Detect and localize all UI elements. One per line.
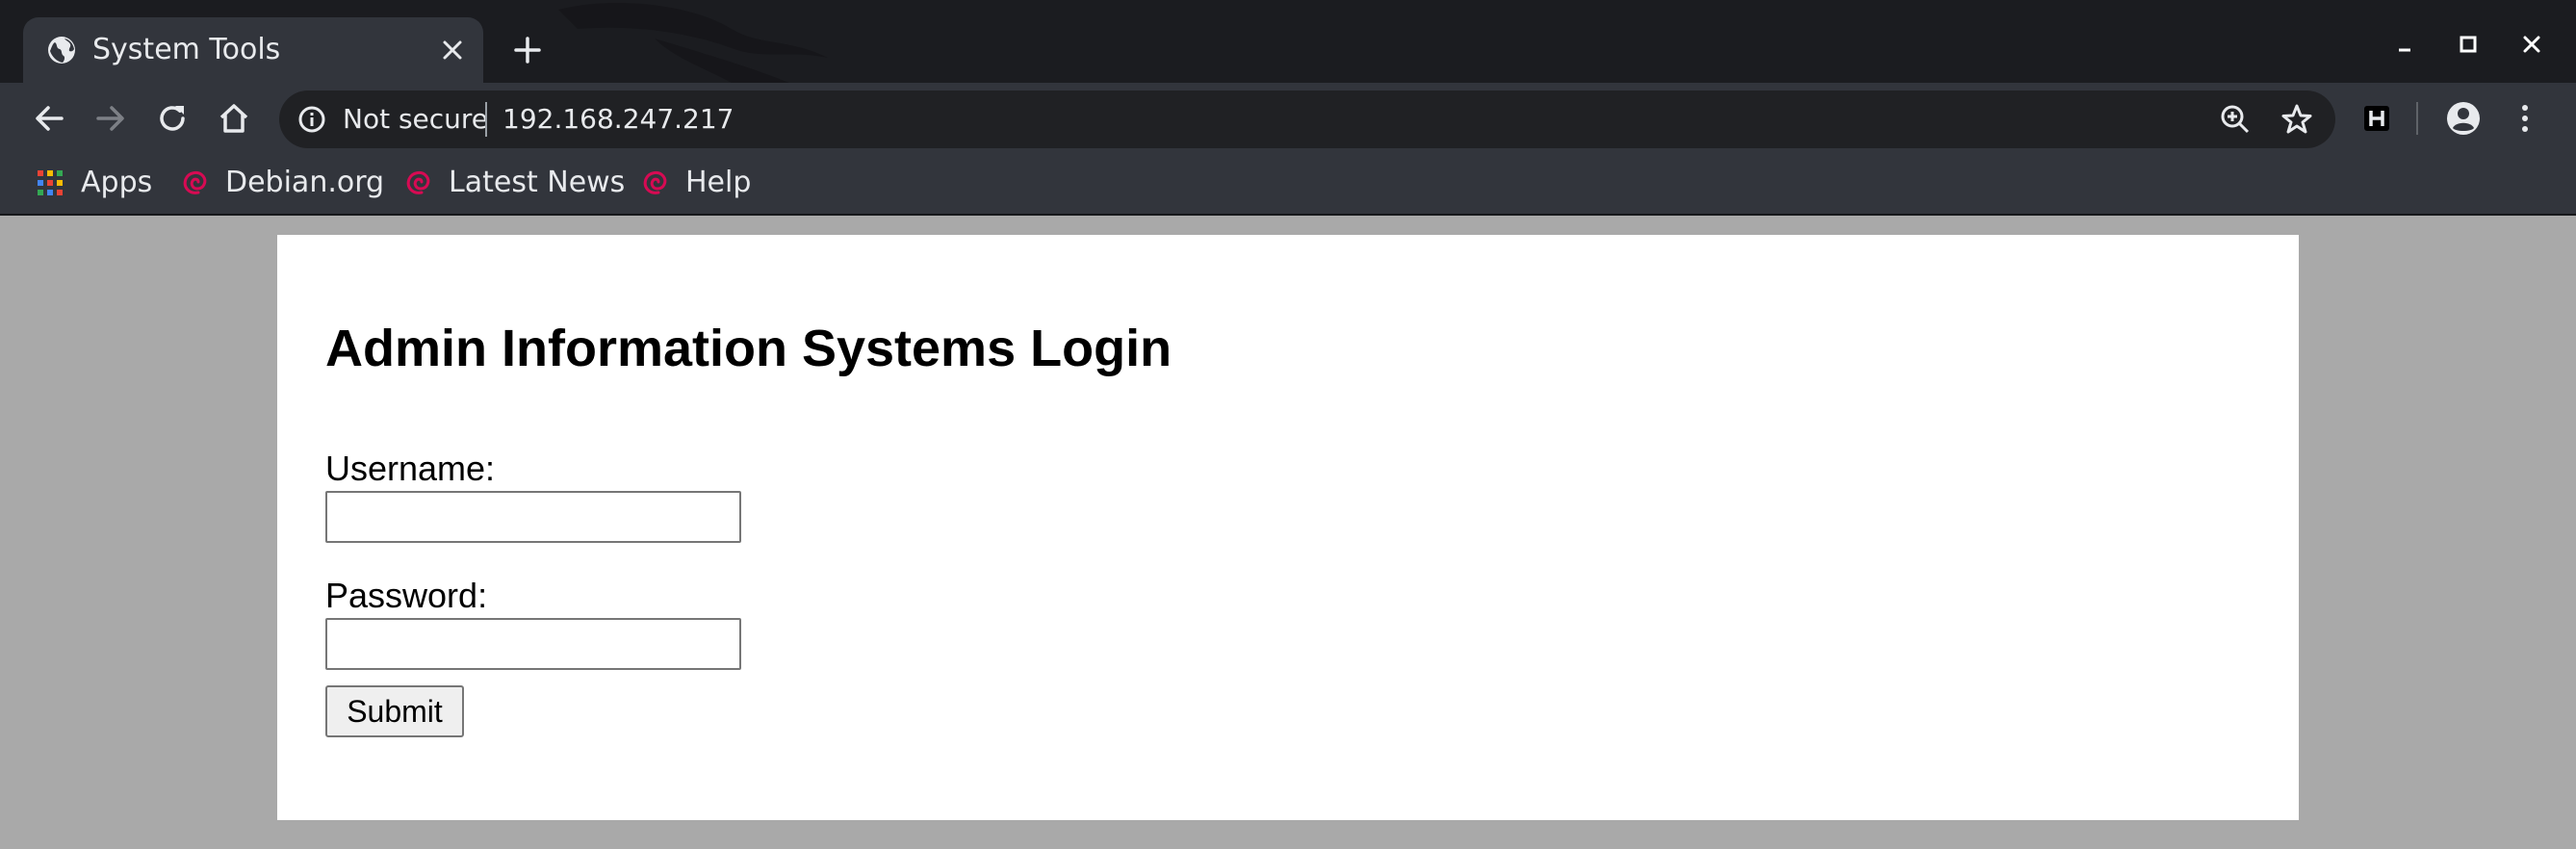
minimize-icon[interactable] — [2387, 27, 2422, 62]
info-icon[interactable] — [296, 104, 327, 135]
debian-swirl-icon — [406, 170, 430, 194]
bookmark-label: Latest News — [449, 166, 626, 199]
tab-title: System Tools — [92, 33, 281, 66]
close-window-icon[interactable] — [2514, 27, 2549, 62]
url-text[interactable]: 192.168.247.217 — [502, 98, 734, 141]
profile-icon[interactable] — [2445, 100, 2482, 137]
debian-swirl-icon — [183, 170, 207, 194]
zoom-icon[interactable] — [2218, 102, 2253, 137]
forward-arrow-icon[interactable] — [92, 100, 129, 137]
dragon-logo-icon — [558, 2, 828, 83]
username-input[interactable] — [325, 491, 741, 543]
bookmark-label: Debian.org — [225, 166, 385, 199]
apps-grid-icon — [38, 170, 63, 195]
tab-system-tools[interactable]: System Tools — [23, 17, 483, 83]
security-label: Not secure — [343, 103, 489, 135]
password-label: Password: — [325, 576, 488, 615]
toolbar-divider — [2416, 102, 2418, 135]
more-vert-icon[interactable] — [2507, 100, 2543, 137]
address-bar[interactable]: Not secure 192.168.247.217 — [279, 90, 2335, 148]
star-icon[interactable] — [2280, 102, 2314, 137]
bookmark-label: Apps — [81, 166, 153, 199]
back-arrow-icon[interactable] — [31, 100, 67, 137]
page-viewport: Admin Information Systems Login Username… — [8, 216, 2568, 849]
extension-h-icon[interactable] — [2358, 100, 2395, 137]
close-tab-icon[interactable] — [439, 37, 466, 64]
maximize-icon[interactable] — [2451, 27, 2486, 62]
reload-icon[interactable] — [154, 100, 191, 137]
globe-icon — [48, 37, 75, 64]
bookmark-label: Help — [685, 166, 752, 199]
new-tab-icon[interactable] — [510, 33, 545, 67]
home-icon[interactable] — [216, 100, 252, 137]
browser-toolbar: Not secure 192.168.247.217 — [0, 83, 2576, 154]
tab-strip: System Tools — [0, 0, 2576, 83]
submit-button[interactable]: Submit — [325, 685, 464, 737]
page-title: Admin Information Systems Login — [325, 320, 1172, 377]
username-label: Username: — [325, 449, 496, 488]
omnibox-divider — [485, 102, 487, 137]
bookmarks-bar: Apps Debian.org Latest News Help — [0, 154, 2576, 216]
debian-swirl-icon — [643, 170, 667, 194]
browser-window: System Tools Not secure 192.168.247.217 … — [0, 0, 2576, 849]
login-card: Admin Information Systems Login Username… — [277, 235, 2299, 820]
password-input[interactable] — [325, 618, 741, 670]
